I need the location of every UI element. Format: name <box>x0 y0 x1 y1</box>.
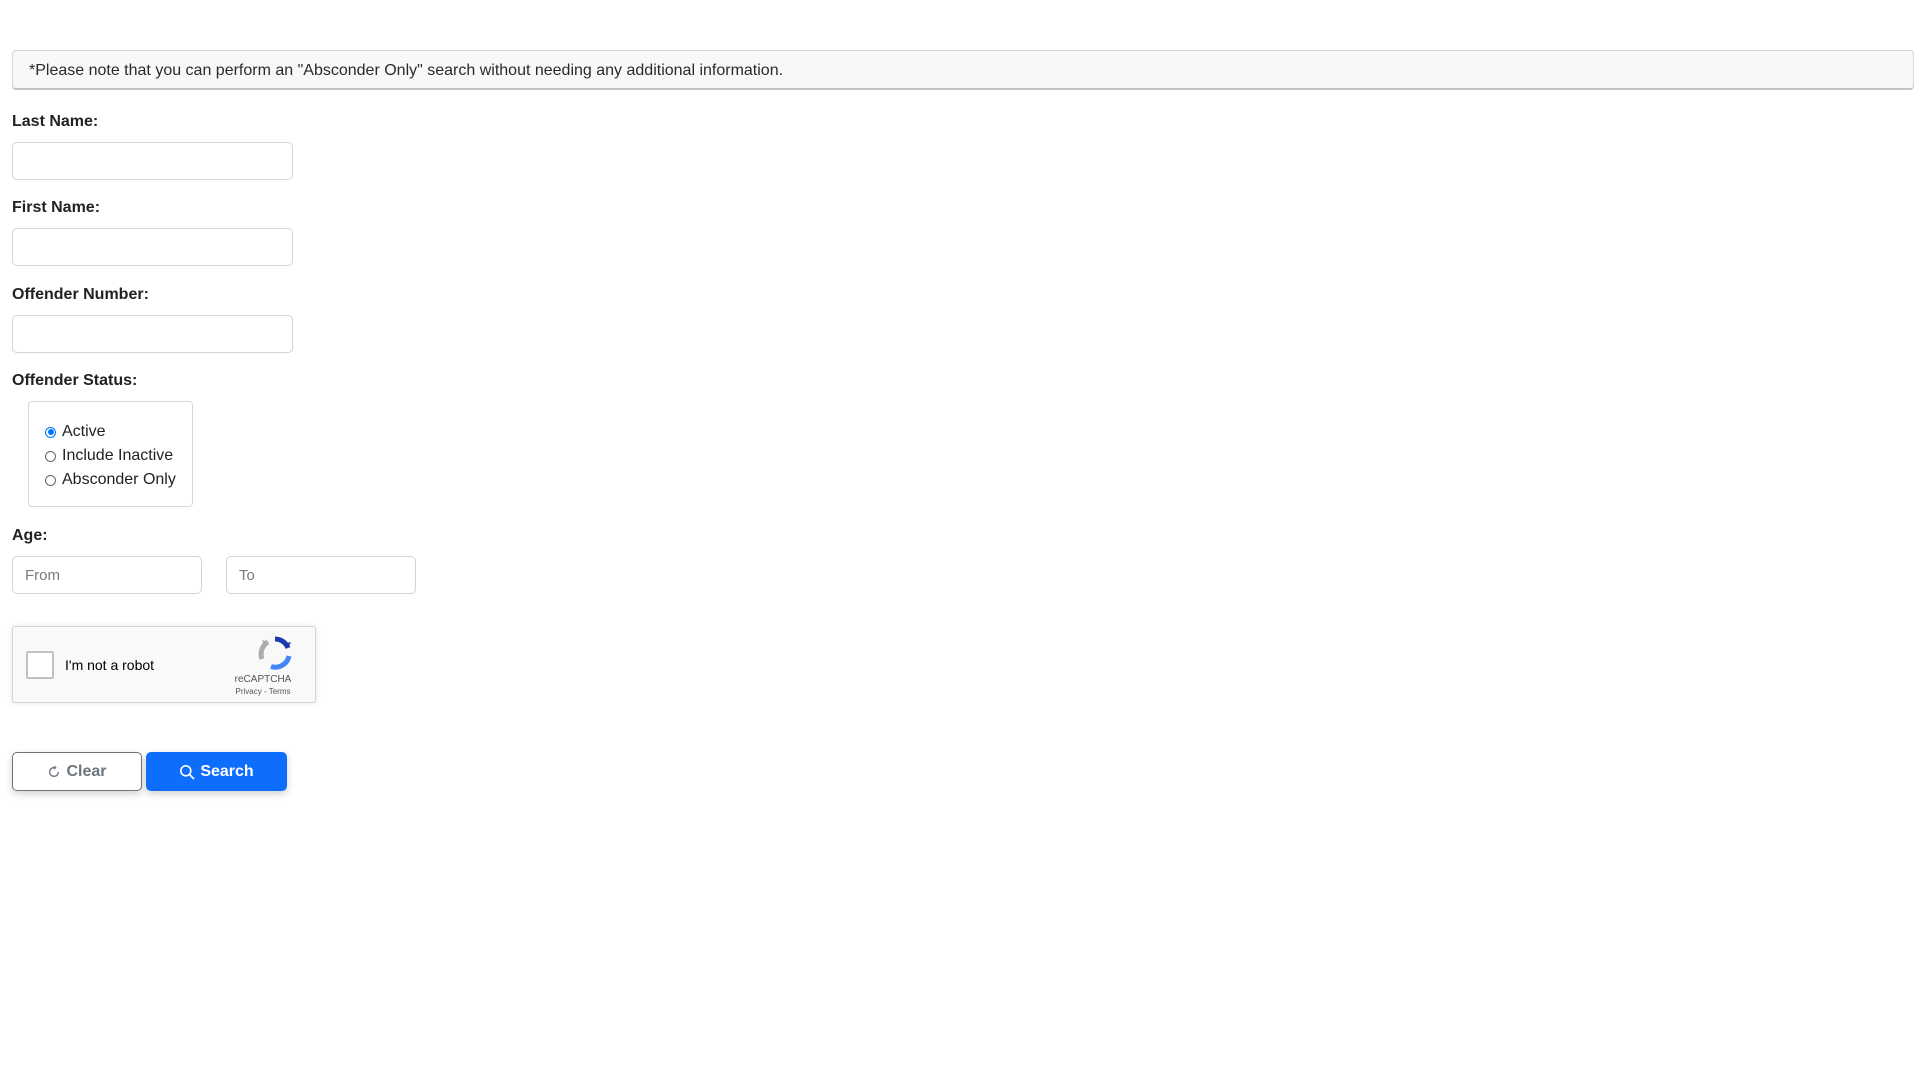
notice-text: *Please note that you can perform an "Ab… <box>29 62 784 79</box>
last-name-label: Last Name: <box>12 113 99 130</box>
status-option-active[interactable]: Active <box>45 420 192 444</box>
first-name-label: First Name: <box>12 199 101 216</box>
status-option-label: Active <box>62 423 106 440</box>
status-option-label: Absconder Only <box>62 471 176 488</box>
status-option-label: Include Inactive <box>62 447 174 464</box>
age-from-input[interactable] <box>12 556 202 594</box>
last-name-input[interactable] <box>12 142 293 180</box>
offender-number-label: Offender Number: <box>12 286 149 303</box>
refresh-icon <box>49 764 60 777</box>
offender-search-page: *Please note that you can perform an "Ab… <box>0 0 1920 1080</box>
recaptcha-logo-icon <box>258 636 292 670</box>
status-option-absconder-only[interactable]: Absconder Only <box>45 468 192 492</box>
absconder-notice: *Please note that you can perform an "Ab… <box>12 50 1914 90</box>
search-button-label: Search <box>200 762 254 780</box>
recaptcha-widget: I'm not a robot reCAPTCHA Privacy - Term… <box>12 626 316 703</box>
offender-number-input[interactable] <box>12 315 293 353</box>
recaptcha-label: I'm not a robot <box>65 657 155 673</box>
recaptcha-terms-link[interactable]: Terms <box>269 687 291 696</box>
status-option-include-inactive[interactable]: Include Inactive <box>45 444 192 468</box>
clear-button-label: Clear <box>66 762 107 780</box>
recaptcha-links-separator: - <box>261 687 269 696</box>
radio-absconder-only[interactable] <box>45 474 56 486</box>
recaptcha-links: Privacy - Terms <box>223 687 303 696</box>
clear-button[interactable]: Clear <box>12 752 142 791</box>
radio-include-inactive[interactable] <box>45 450 56 462</box>
offender-status-group: Active Include Inactive Absconder Only <box>28 401 193 507</box>
recaptcha-privacy-link[interactable]: Privacy <box>236 687 262 696</box>
first-name-input[interactable] <box>12 228 293 266</box>
offender-status-label: Offender Status: <box>12 372 138 389</box>
recaptcha-brand: reCAPTCHA <box>234 674 292 685</box>
recaptcha-checkbox[interactable] <box>26 651 54 679</box>
age-to-input[interactable] <box>226 556 416 594</box>
radio-active[interactable] <box>45 426 56 438</box>
search-button[interactable]: Search <box>146 752 287 791</box>
age-label: Age: <box>12 527 48 544</box>
search-icon <box>180 764 195 779</box>
